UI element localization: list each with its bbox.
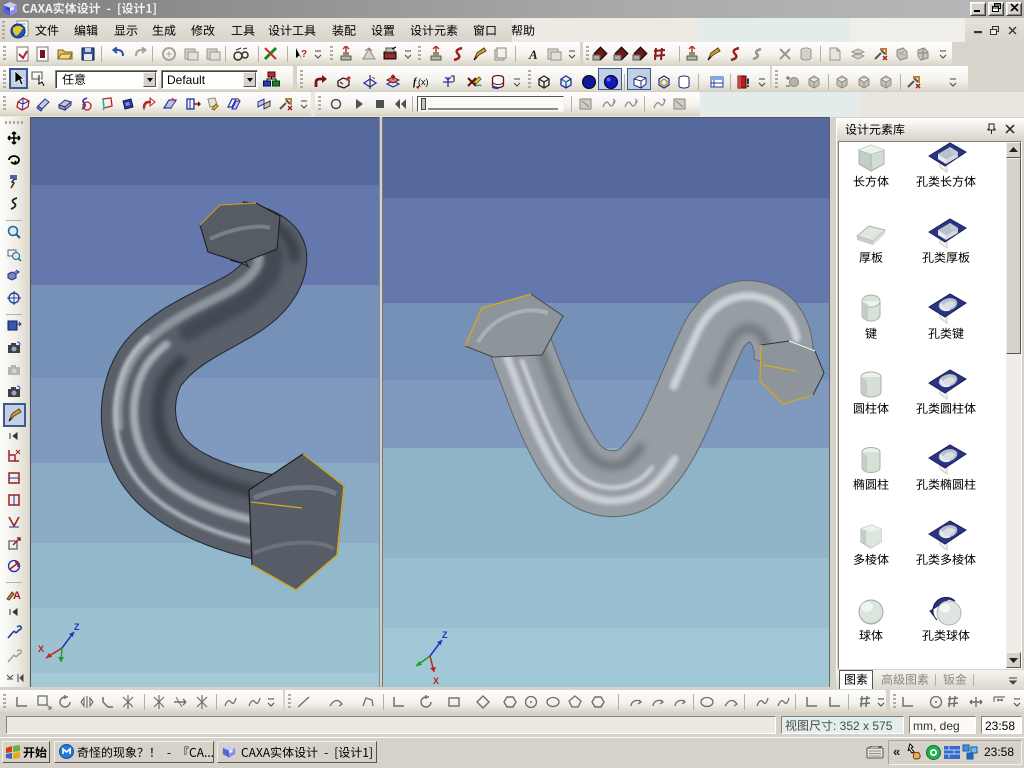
svg-text:A: A [13,590,21,602]
svg-text:A: A [528,47,538,62]
svg-text:X: X [433,676,439,686]
svg-text:X: X [38,644,44,654]
svg-text:Z: Z [442,630,448,640]
svg-text:!: ! [746,76,750,90]
svg-text:Z: Z [74,622,80,632]
svg-text:?: ? [301,49,307,60]
